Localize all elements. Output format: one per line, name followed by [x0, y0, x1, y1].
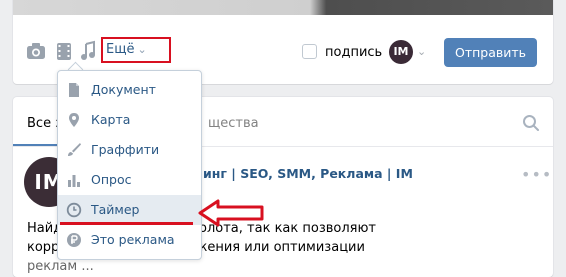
attachments-dropdown: Документ Карта Граффити Опрос Таймер Это… — [57, 70, 202, 260]
menu-item-label: Документ — [91, 82, 156, 97]
attachment-preview-strip — [13, 0, 553, 15]
author-avatar[interactable]: IM — [389, 40, 413, 64]
post-text-line: реклам ... — [27, 259, 94, 274]
signature-label[interactable]: подпись — [325, 45, 382, 60]
video-icon[interactable] — [54, 40, 74, 62]
menu-item-label: Таймер — [91, 202, 140, 217]
post-author-name[interactable]: инг | SEO, SMM, Реклама | IM — [203, 166, 413, 181]
tab-communities[interactable]: щества — [208, 116, 259, 131]
more-options-icon[interactable]: ••• — [521, 165, 552, 184]
music-icon[interactable] — [78, 40, 98, 62]
menu-item-graffiti[interactable]: Граффити — [58, 135, 201, 165]
menu-item-ad[interactable]: Это реклама — [58, 225, 201, 255]
send-button[interactable]: Отправить — [444, 38, 537, 67]
annotation-arrow-icon — [198, 199, 264, 227]
map-pin-icon — [69, 113, 79, 127]
menu-item-timer[interactable]: Таймер — [58, 195, 201, 225]
document-icon — [69, 83, 79, 97]
annotation-underline — [60, 222, 193, 225]
poll-icon — [68, 175, 80, 187]
chevron-down-icon: ⌄ — [137, 43, 147, 56]
signature-checkbox[interactable] — [302, 44, 317, 59]
ruble-icon — [67, 233, 81, 247]
more-label: Ещё — [106, 42, 135, 57]
menu-item-label: Граффити — [91, 142, 160, 157]
more-attachments-button[interactable]: Ещё ⌄ — [101, 37, 171, 63]
search-icon[interactable] — [522, 114, 540, 132]
menu-item-label: Карта — [91, 112, 131, 127]
author-chevron-down-icon[interactable]: ⌄ — [417, 45, 426, 58]
menu-item-document[interactable]: Документ — [58, 75, 201, 105]
clock-icon — [66, 202, 82, 218]
menu-item-label: Это реклама — [91, 232, 175, 247]
menu-item-map[interactable]: Карта — [58, 105, 201, 135]
brush-icon — [68, 143, 81, 156]
menu-item-poll[interactable]: Опрос — [58, 165, 201, 195]
camera-icon[interactable] — [26, 40, 46, 62]
menu-item-label: Опрос — [91, 172, 132, 187]
